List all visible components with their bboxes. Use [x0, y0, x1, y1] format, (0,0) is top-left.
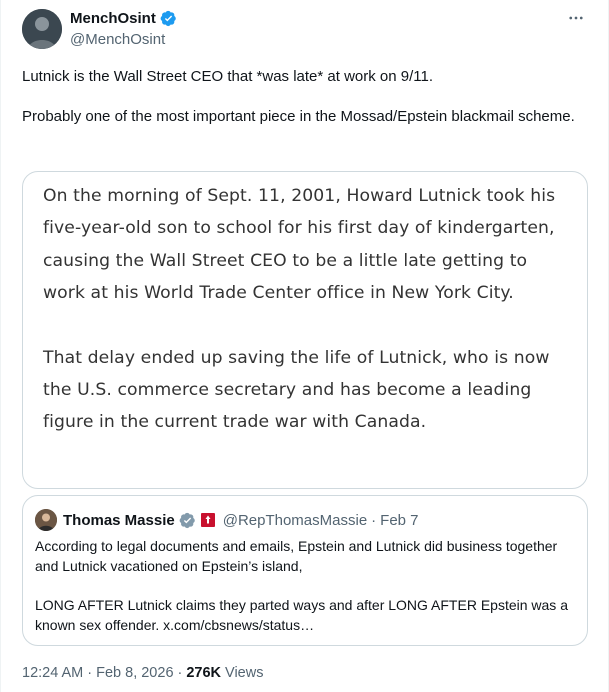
- quoted-post-text: According to legal documents and emails,…: [35, 537, 575, 635]
- quoted-display-name: Thomas Massie: [63, 511, 175, 529]
- quoted-handle: @RepThomasMassie: [222, 511, 368, 529]
- quoted-paragraph: According to legal documents and emails,…: [35, 538, 558, 574]
- image-text: On the morning of Sept. 11, 2001, Howard…: [43, 180, 573, 439]
- more-horizontal-icon: [569, 16, 583, 20]
- image-paragraph: On the morning of Sept. 11, 2001, Howard…: [43, 186, 556, 304]
- quoted-separator: ·: [371, 511, 377, 529]
- author-handle[interactable]: @MenchOsint: [70, 31, 165, 48]
- meta-separator: ·: [177, 665, 183, 681]
- post-time[interactable]: 12:24 AM: [22, 665, 83, 681]
- avatar-person-icon: [35, 509, 57, 531]
- image-paragraph: That delay ended up saving the life of L…: [43, 347, 550, 433]
- more-button[interactable]: [566, 8, 586, 28]
- views-label: Views: [225, 665, 264, 681]
- avatar-person-icon: [22, 9, 62, 49]
- government-affiliate-icon: [200, 513, 215, 527]
- attached-image[interactable]: On the morning of Sept. 11, 2001, Howard…: [22, 171, 588, 489]
- verified-badge-gray-icon: [179, 512, 195, 528]
- tweet: MenchOsint @MenchOsint Lutnick is the Wa…: [0, 0, 609, 692]
- verified-badge-icon: [160, 10, 176, 27]
- author-display-name[interactable]: MenchOsint: [70, 10, 156, 27]
- quoted-paragraph: LONG AFTER Lutnick claims they parted wa…: [35, 597, 568, 633]
- author-name-row[interactable]: MenchOsint: [70, 10, 177, 27]
- avatar[interactable]: [22, 9, 62, 49]
- post-meta: 12:24 AM · Feb 8, 2026 · 276K Views: [22, 665, 263, 681]
- tweet-paragraph: Lutnick is the Wall Street CEO that *was…: [22, 68, 434, 85]
- quoted-avatar: [35, 509, 57, 531]
- post-date[interactable]: Feb 8, 2026: [96, 665, 173, 681]
- views-count: 276K: [186, 665, 222, 681]
- quoted-post-header: Thomas Massie @RepThomasMassie · Feb 7: [35, 509, 419, 531]
- quoted-date: Feb 7: [380, 511, 419, 529]
- meta-separator: ·: [87, 665, 93, 681]
- tweet-text: Lutnick is the Wall Street CEO that *was…: [22, 67, 582, 127]
- tweet-paragraph: Probably one of the most important piece…: [22, 108, 575, 125]
- quoted-post[interactable]: Thomas Massie @RepThomasMassie · Feb 7 A…: [22, 495, 588, 646]
